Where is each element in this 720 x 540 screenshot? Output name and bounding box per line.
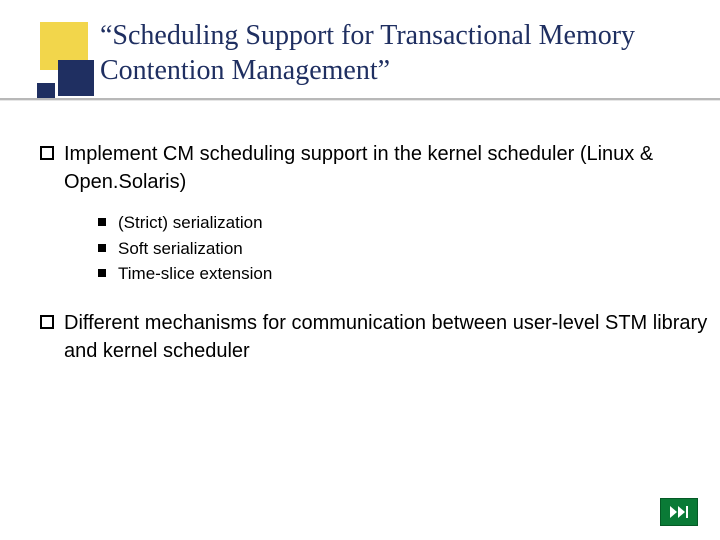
sub-bullet-item: Soft serialization — [98, 236, 710, 262]
sub-bullet-text: Time-slice extension — [118, 261, 272, 287]
sub-bullet-list: (Strict) serialization Soft serializatio… — [98, 210, 710, 287]
forward-icon — [668, 504, 690, 520]
sub-bullet-item: Time-slice extension — [98, 261, 710, 287]
next-slide-button[interactable] — [660, 498, 698, 526]
hollow-square-icon — [40, 146, 54, 160]
hollow-square-icon — [40, 315, 54, 329]
slide-body: Implement CM scheduling support in the k… — [40, 140, 710, 379]
sub-bullet-text: (Strict) serialization — [118, 210, 263, 236]
title-divider — [0, 98, 720, 100]
bullet-text: Implement CM scheduling support in the k… — [64, 140, 710, 196]
solid-square-icon — [98, 269, 106, 277]
sub-bullet-text: Soft serialization — [118, 236, 243, 262]
solid-square-icon — [98, 218, 106, 226]
solid-square-icon — [98, 244, 106, 252]
bullet-text: Different mechanisms for communication b… — [64, 309, 710, 365]
slide-title: “Scheduling Support for Transactional Me… — [100, 18, 700, 88]
sub-bullet-item: (Strict) serialization — [98, 210, 710, 236]
bullet-item: Different mechanisms for communication b… — [40, 309, 710, 365]
bullet-item: Implement CM scheduling support in the k… — [40, 140, 710, 196]
decor-navy-square-large — [58, 60, 94, 96]
